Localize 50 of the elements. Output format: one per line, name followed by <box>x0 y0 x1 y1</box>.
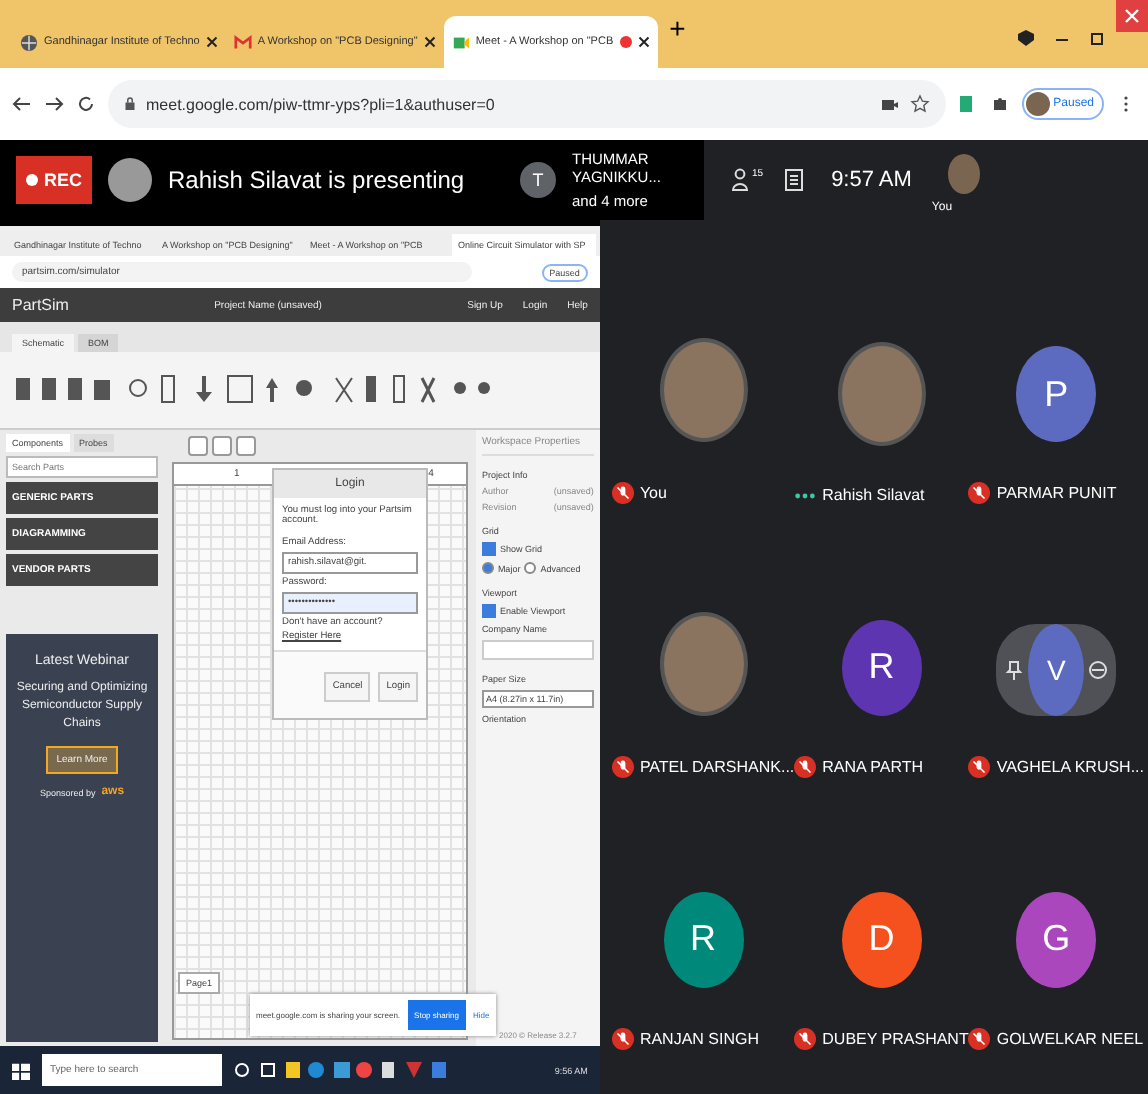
participant-name: DUBEY PRASHANT <box>822 1029 969 1048</box>
camera-icon[interactable] <box>879 94 900 114</box>
restore-icon[interactable] <box>1088 28 1108 48</box>
letter-avatar: R <box>841 619 922 716</box>
pin-icon[interactable] <box>1004 659 1025 680</box>
participant-name: Rahish Silavat <box>822 486 925 505</box>
company-field[interactable] <box>481 640 594 660</box>
participant-name: You <box>639 484 667 503</box>
viewer-avatar: T <box>520 162 556 198</box>
close-icon[interactable] <box>205 36 218 48</box>
reload-icon[interactable] <box>76 94 96 114</box>
presenter-text: Rahish Silavat is presenting <box>168 166 465 194</box>
checkbox[interactable] <box>481 542 496 556</box>
chat-icon[interactable] <box>783 168 804 192</box>
people-button[interactable]: 15 <box>732 168 764 192</box>
letter-avatar: G <box>1016 891 1097 988</box>
avatar-placeholder <box>108 158 153 202</box>
letter-avatar: R <box>663 891 744 988</box>
people-icon <box>732 168 752 192</box>
letter-avatar: D <box>841 891 922 988</box>
participant-count: 15 <box>752 168 764 180</box>
checkbox[interactable] <box>481 604 496 618</box>
video-camera-icon <box>451 33 470 51</box>
radio-button[interactable] <box>524 562 537 574</box>
clock-time: 9:57 AM <box>831 168 912 192</box>
back-icon[interactable] <box>12 94 32 114</box>
avatar-placeholder <box>947 154 980 194</box>
globe-icon <box>20 33 38 51</box>
app-logo: PartSim <box>12 296 69 314</box>
address-field[interactable]: meet.google.com/piw-ttmr-yps?pli=1&authuser=0 <box>108 80 946 128</box>
participant-name: GOLWELKAR NEEL <box>996 1029 1144 1048</box>
windows-icon[interactable] <box>12 1061 30 1079</box>
participant-name: PATEL DARSHANK... <box>639 757 795 776</box>
participant-name: RANA PARTH <box>822 757 924 776</box>
star-icon[interactable] <box>909 94 930 114</box>
participant-name: RANJAN SINGH <box>639 1029 759 1048</box>
close-icon[interactable] <box>423 36 436 48</box>
lock-icon <box>124 96 136 112</box>
remove-icon[interactable] <box>1088 659 1109 680</box>
mail-icon <box>233 33 252 51</box>
new-tab-button[interactable]: + <box>657 12 698 56</box>
avatar-placeholder <box>1025 92 1050 116</box>
letter-avatar[interactable]: V <box>1028 623 1085 716</box>
recording-badge: REC <box>16 156 93 204</box>
forward-icon[interactable] <box>44 94 64 114</box>
radio-button[interactable] <box>481 562 494 574</box>
participant-name: VAGHELA KRUSH... <box>996 757 1144 776</box>
close-icon[interactable] <box>637 36 650 48</box>
letter-avatar: P <box>1016 346 1097 443</box>
participant-name: PARMAR PUNIT <box>996 484 1117 503</box>
